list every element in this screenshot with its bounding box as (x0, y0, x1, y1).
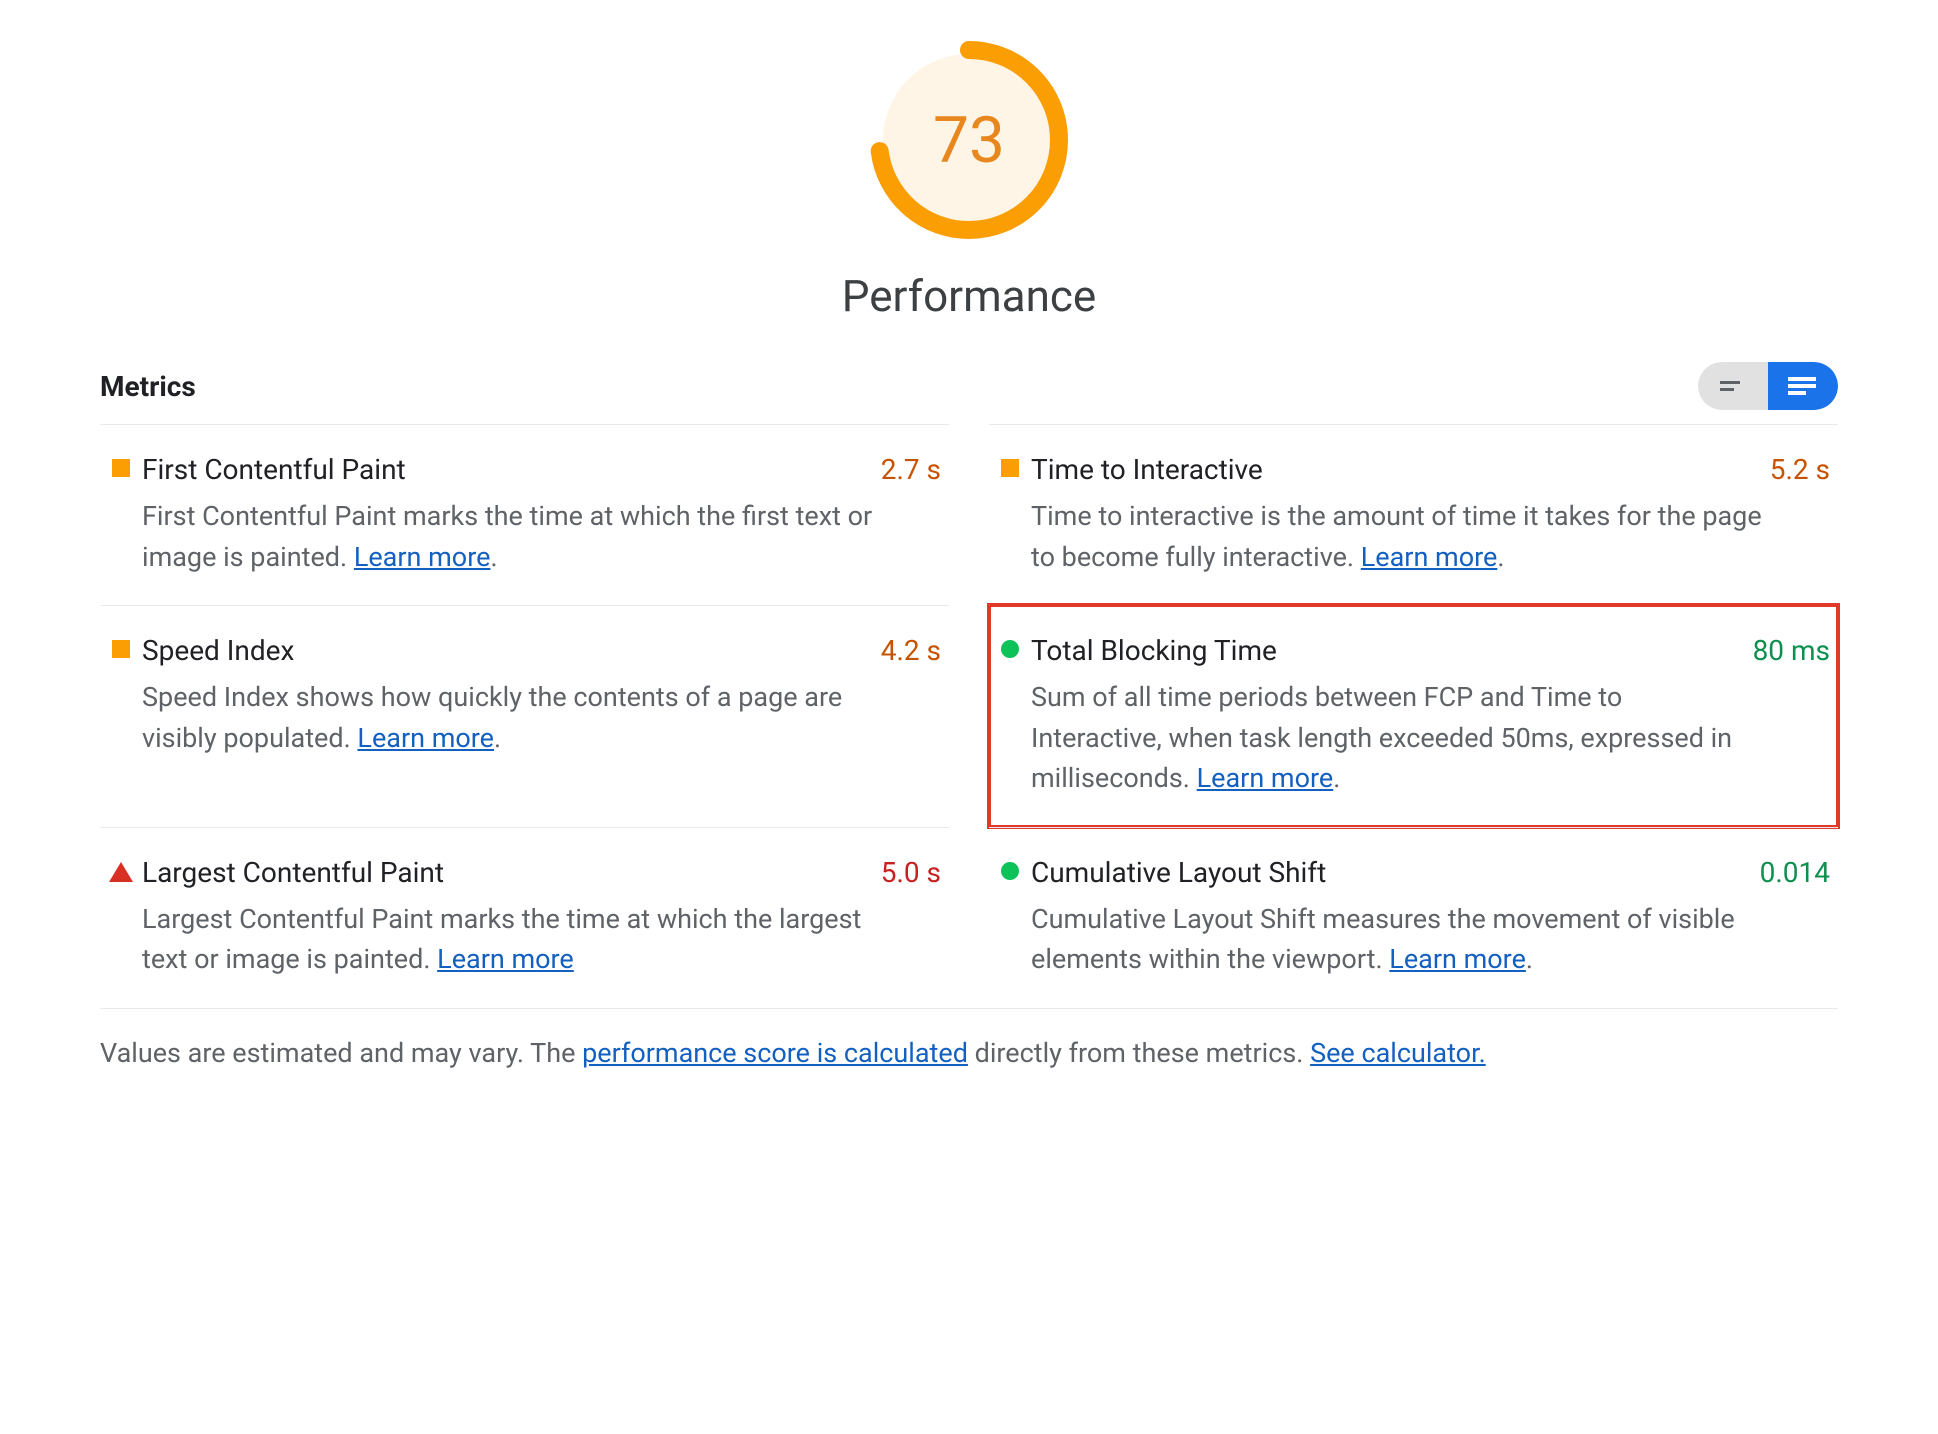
metric-body: Cumulative Layout Shift Cumulative Layou… (1031, 856, 1760, 980)
metric-value: 5.2 s (1770, 453, 1830, 486)
metric-body: Total Blocking Time Sum of all time peri… (1031, 634, 1753, 799)
learn-more-link[interactable]: Learn more (354, 541, 491, 573)
metrics-header-row: Metrics (100, 362, 1838, 410)
metric-desc-text: Cumulative Layout Shift measures the mov… (1031, 903, 1735, 976)
metric-si: Speed Index Speed Index shows how quickl… (100, 605, 949, 827)
footnote-mid: directly from these metrics. (968, 1037, 1310, 1069)
metric-desc-post: . (494, 722, 501, 754)
metric-fcp: First Contentful Paint First Contentful … (100, 424, 949, 605)
metric-cls: Cumulative Layout Shift Cumulative Layou… (989, 827, 1838, 1008)
footnote: Values are estimated and may vary. The p… (100, 1037, 1838, 1069)
metric-description: Largest Contentful Paint marks the time … (142, 899, 881, 980)
status-pass-icon (1001, 862, 1019, 880)
learn-more-link[interactable]: Learn more (1389, 943, 1526, 975)
metric-value: 80 ms (1753, 634, 1830, 667)
status-average-icon (112, 459, 130, 477)
metric-value: 5.0 s (881, 856, 941, 889)
compact-view-icon (1718, 376, 1748, 396)
footnote-row: Values are estimated and may vary. The p… (100, 1008, 1838, 1069)
learn-more-link[interactable]: Learn more (1197, 762, 1334, 794)
metric-title: Speed Index (142, 634, 881, 667)
expanded-view-icon (1786, 374, 1820, 398)
score-gauge-container: 73 Performance (100, 40, 1838, 322)
metric-body: Largest Contentful Paint Largest Content… (142, 856, 881, 980)
metric-title: Time to Interactive (1031, 453, 1770, 486)
metric-desc-text: Sum of all time periods between FCP and … (1031, 681, 1732, 794)
metric-description: Cumulative Layout Shift measures the mov… (1031, 899, 1760, 980)
metric-title: First Contentful Paint (142, 453, 881, 486)
metric-title: Cumulative Layout Shift (1031, 856, 1760, 889)
metric-tbt: Total Blocking Time Sum of all time peri… (989, 605, 1838, 827)
metric-description: Sum of all time periods between FCP and … (1031, 677, 1753, 799)
metric-body: Speed Index Speed Index shows how quickl… (142, 634, 881, 758)
status-icon-cell (989, 856, 1031, 880)
metric-desc-post: . (490, 541, 497, 573)
metric-lcp: Largest Contentful Paint Largest Content… (100, 827, 949, 1008)
score-title: Performance (842, 270, 1097, 322)
learn-more-link[interactable]: Learn more (1361, 541, 1498, 573)
score-value: 73 (869, 40, 1069, 240)
metric-desc-post: . (1333, 762, 1340, 794)
metrics-grid: First Contentful Paint First Contentful … (100, 424, 1838, 1008)
metric-value: 4.2 s (881, 634, 941, 667)
footnote-pre: Values are estimated and may vary. The (100, 1037, 582, 1069)
metric-title: Total Blocking Time (1031, 634, 1753, 667)
metric-value: 0.014 (1760, 856, 1830, 889)
metric-body: First Contentful Paint First Contentful … (142, 453, 881, 577)
status-icon-cell (100, 453, 142, 477)
metrics-heading: Metrics (100, 370, 196, 403)
view-toggle (1698, 362, 1838, 410)
learn-more-link[interactable]: Learn more (357, 722, 494, 754)
status-icon-cell (100, 856, 142, 882)
view-toggle-expanded[interactable] (1768, 362, 1838, 410)
learn-more-link[interactable]: Learn more (437, 943, 574, 975)
metric-description: Speed Index shows how quickly the conten… (142, 677, 881, 758)
status-pass-icon (1001, 640, 1019, 658)
status-icon-cell (989, 453, 1031, 477)
status-average-icon (1001, 459, 1019, 477)
metric-value: 2.7 s (881, 453, 941, 486)
metric-description: First Contentful Paint marks the time at… (142, 496, 881, 577)
metric-tti: Time to Interactive Time to interactive … (989, 424, 1838, 605)
status-fail-icon (109, 862, 133, 882)
score-gauge: 73 (869, 40, 1069, 240)
page-root: 73 Performance Metrics (0, 0, 1938, 1109)
status-icon-cell (989, 634, 1031, 658)
status-average-icon (112, 640, 130, 658)
calculator-explain-link[interactable]: performance score is calculated (582, 1037, 968, 1069)
metric-desc-post: . (1526, 943, 1533, 975)
see-calculator-link[interactable]: See calculator. (1310, 1037, 1486, 1069)
view-toggle-compact[interactable] (1698, 362, 1768, 410)
metric-description: Time to interactive is the amount of tim… (1031, 496, 1770, 577)
metric-desc-text: First Contentful Paint marks the time at… (142, 500, 872, 573)
metric-title: Largest Contentful Paint (142, 856, 881, 889)
metric-body: Time to Interactive Time to interactive … (1031, 453, 1770, 577)
status-icon-cell (100, 634, 142, 658)
metric-desc-post: . (1497, 541, 1504, 573)
